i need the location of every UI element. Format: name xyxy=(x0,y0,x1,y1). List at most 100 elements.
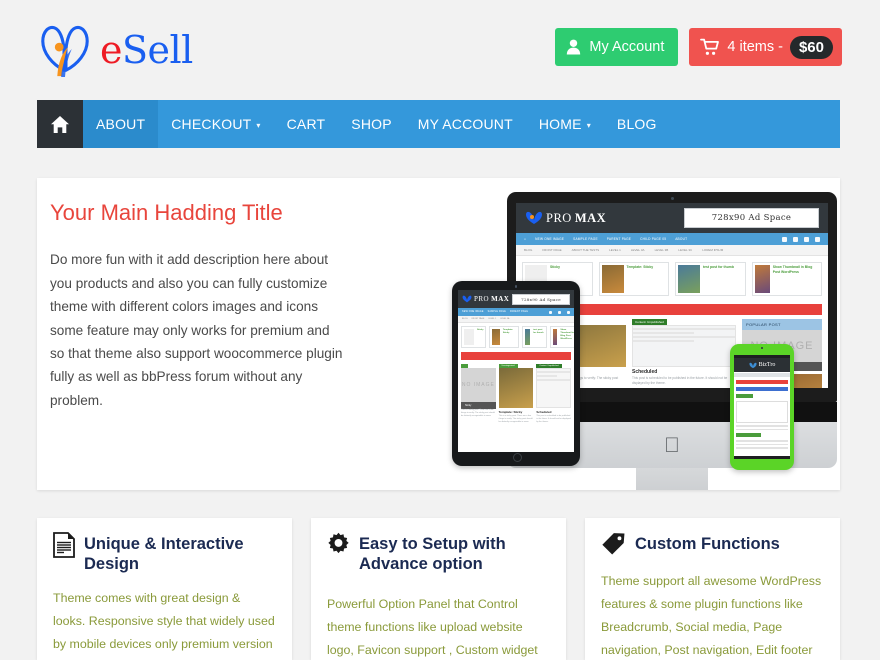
mockup-card-thumb-1 xyxy=(601,265,624,293)
mockup-tablet-card: Show Thumbnail in Blog Post WordPress xyxy=(550,326,574,348)
mockup-sidebar-heading: POPULAR POST xyxy=(742,319,822,330)
gear-icon xyxy=(327,532,350,555)
mockup-card-title-1: Template: Sticky xyxy=(626,265,654,269)
header-actions: My Account 4 items - $60 xyxy=(555,28,842,66)
mockup-site-header: PRO MAX 728x90 Ad Space xyxy=(516,203,828,233)
mockup-tablet-red-bar xyxy=(461,352,571,360)
mockup-tablet-card: test post for thumb xyxy=(521,326,548,348)
mockup-tablet-card-title-1: Template: Sticky xyxy=(502,329,514,334)
mockup-card-title-2: test post for thumb xyxy=(703,265,734,269)
my-account-button[interactable]: My Account xyxy=(555,28,679,66)
mockup-phone-bar-green xyxy=(736,394,753,398)
mockup-phone-bar-blue xyxy=(736,387,788,391)
mockup-brand-max: MAX xyxy=(574,210,607,225)
mockup-tablet-body-2: This post is scheduled to be published i… xyxy=(536,415,571,423)
feature-card-custom-functions: Custom Functions Theme support all aweso… xyxy=(585,518,840,660)
mockup-card: test post for thumb xyxy=(675,262,746,296)
mockup-social-icons xyxy=(782,236,820,242)
mockup-tablet-ad-space: 728x90 Ad Space xyxy=(512,293,570,305)
mockup-tablet-brand-max: MAX xyxy=(491,295,510,303)
hero-text-block: Your Main Hadding Title Do more fun with… xyxy=(50,200,345,412)
mockup-card: Template: Sticky xyxy=(598,262,669,296)
mockup-tablet-subnav: BLOG FRONT PAGE LEVEL 1 LEVEL 3A xyxy=(458,316,574,323)
apple-logo-icon:  xyxy=(664,435,680,456)
home-icon xyxy=(50,115,70,134)
shopping-cart-icon xyxy=(700,38,720,56)
mockup-post-tag-1: Content: Unpublished xyxy=(632,319,667,325)
nav-item-checkout-label: CHECKOUT xyxy=(171,116,252,132)
logo-text-sell: Sell xyxy=(122,28,193,72)
my-account-label: My Account xyxy=(589,39,665,55)
mockup-phone-box xyxy=(736,401,788,423)
mockup-phone-searchbar xyxy=(734,373,790,377)
mockup-post-image-1 xyxy=(632,325,736,367)
mockup-nav-item-2: PARENT PAGE xyxy=(606,237,632,241)
mockup-tablet-col: Uncategorized Template: Sticky This is a… xyxy=(498,363,534,424)
nav-item-my-account[interactable]: MY ACCOUNT xyxy=(405,100,526,148)
page-title: Your Main Hadding Title xyxy=(50,200,283,225)
mockup-card-title-3: Show Thumbnail in Blog Post WordPress xyxy=(772,265,813,274)
mockup-tablet-logo: PRO MAX xyxy=(462,295,509,303)
document-icon xyxy=(53,532,75,558)
mockup-tablet-noimage: NO IMAGE xyxy=(461,368,496,402)
mockup-subnav-item-1: FRONT PAGE xyxy=(542,248,562,252)
nav-item-shop[interactable]: SHOP xyxy=(338,100,404,148)
mockup-tablet-nav: NEW ONE IMAGE SAMPLE PAGE PARENT PAGE xyxy=(458,308,574,316)
mockup-tablet-subnav-0: BLOG xyxy=(462,318,468,320)
mockup-nav-item-1: SAMPLE PAGE xyxy=(573,237,598,241)
nav-item-home[interactable]: HOME ▾ xyxy=(526,100,604,148)
mockup-phone-header: BizTro xyxy=(734,358,790,372)
device-mockup-group: PRO MAX 728x90 Ad Space ⌂ NEW ONE IMAGE S… xyxy=(442,186,840,490)
mockup-subnav-item-2: ABOUT THE TESTS xyxy=(571,248,600,252)
imac-neck xyxy=(636,468,708,490)
mockup-tablet-brand-pro: PRO xyxy=(474,295,490,303)
mockup-nav-item-3: CHILD PAGE 05 xyxy=(640,237,667,241)
mockup-subnav-item-3: LEVEL 1 xyxy=(609,248,621,252)
mockup-phone-brand: BizTro xyxy=(758,362,776,368)
mockup-tablet-card: Sticky xyxy=(461,326,487,348)
nav-item-cart[interactable]: CART xyxy=(274,100,339,148)
feature-title: Unique & Interactive Design xyxy=(84,535,244,574)
nav-item-blog[interactable]: BLOG xyxy=(604,100,670,148)
mockup-nav-item-0: NEW ONE IMAGE xyxy=(535,237,565,241)
cart-total-badge: $60 xyxy=(789,35,833,59)
mockup-tablet-body: NO IMAGE Sticky This is a sticky post. T… xyxy=(458,360,574,427)
mockup-tablet-tag: Uncategorized xyxy=(498,364,518,368)
nav-item-shop-label: SHOP xyxy=(351,116,392,132)
mockup-nav-item-4: ABOUT xyxy=(675,237,688,241)
mockup-tablet-social xyxy=(549,310,570,314)
mockup-tablet-subnav-2: LEVEL 1 xyxy=(488,318,497,320)
mockup-tablet-header: PRO MAX 728x90 Ad Space xyxy=(458,290,574,308)
chevron-down-icon: ▾ xyxy=(256,120,261,130)
mockup-site-tablet: PRO MAX 728x90 Ad Space NEW ONE IMAGE SAM… xyxy=(458,290,574,452)
mockup-card: Show Thumbnail in Blog Post WordPress xyxy=(751,262,822,296)
mockup-tablet-card: Template: Sticky xyxy=(489,326,519,348)
mockup-subnav-item-5: LEVEL 3B xyxy=(654,248,669,252)
feature-card-easy-setup-advance-option: Easy to Setup with Advance option Powerf… xyxy=(311,518,566,660)
mockup-tablet-nav-item-1: SAMPLE PAGE xyxy=(487,311,506,313)
site-logo[interactable]: eSell xyxy=(38,22,193,78)
mockup-subnav: BLOG FRONT PAGE ABOUT THE TESTS LEVEL 1 … xyxy=(516,245,828,256)
mockup-tablet-title-2: Scheduled xyxy=(536,410,552,414)
mockup-tablet-col: Content: Unpublished Scheduled This post… xyxy=(536,363,572,424)
mockup-tablet-card-title-2: test post for thumb xyxy=(533,329,544,334)
mockup-phone-bar-red xyxy=(736,380,788,384)
mockup-tablet-card-title-0: Sticky xyxy=(477,329,484,331)
iphone-mockup: BizTro xyxy=(730,344,794,470)
cart-button[interactable]: 4 items - $60 xyxy=(689,28,842,66)
mockup-subnav-item-4: LEVEL 3A xyxy=(630,248,645,252)
nav-item-home-icon-tab[interactable] xyxy=(37,100,83,148)
nav-item-about[interactable]: ABOUT xyxy=(83,100,159,148)
ipad-mockup: PRO MAX 728x90 Ad Space NEW ONE IMAGE SAM… xyxy=(452,281,580,466)
user-icon xyxy=(566,39,581,55)
mockup-tablet-card-title-3: Show Thumbnail in Blog Post WordPress xyxy=(560,329,574,340)
nav-item-checkout[interactable]: CHECKOUT ▾ xyxy=(158,100,273,148)
mockup-tablet-col: NO IMAGE Sticky This is a sticky post. T… xyxy=(461,363,496,424)
iphone-screen: BizTro xyxy=(734,355,790,459)
logo-text-e: e xyxy=(100,28,123,72)
page-root: eSell My Account 4 items - $60 ABOUT CHE… xyxy=(0,0,880,660)
nav-item-cart-label: CART xyxy=(286,116,326,132)
mockup-tablet-title: Template: Sticky xyxy=(498,410,523,414)
mockup-tablet-image xyxy=(498,368,534,408)
mockup-logo: PRO MAX xyxy=(525,211,606,226)
